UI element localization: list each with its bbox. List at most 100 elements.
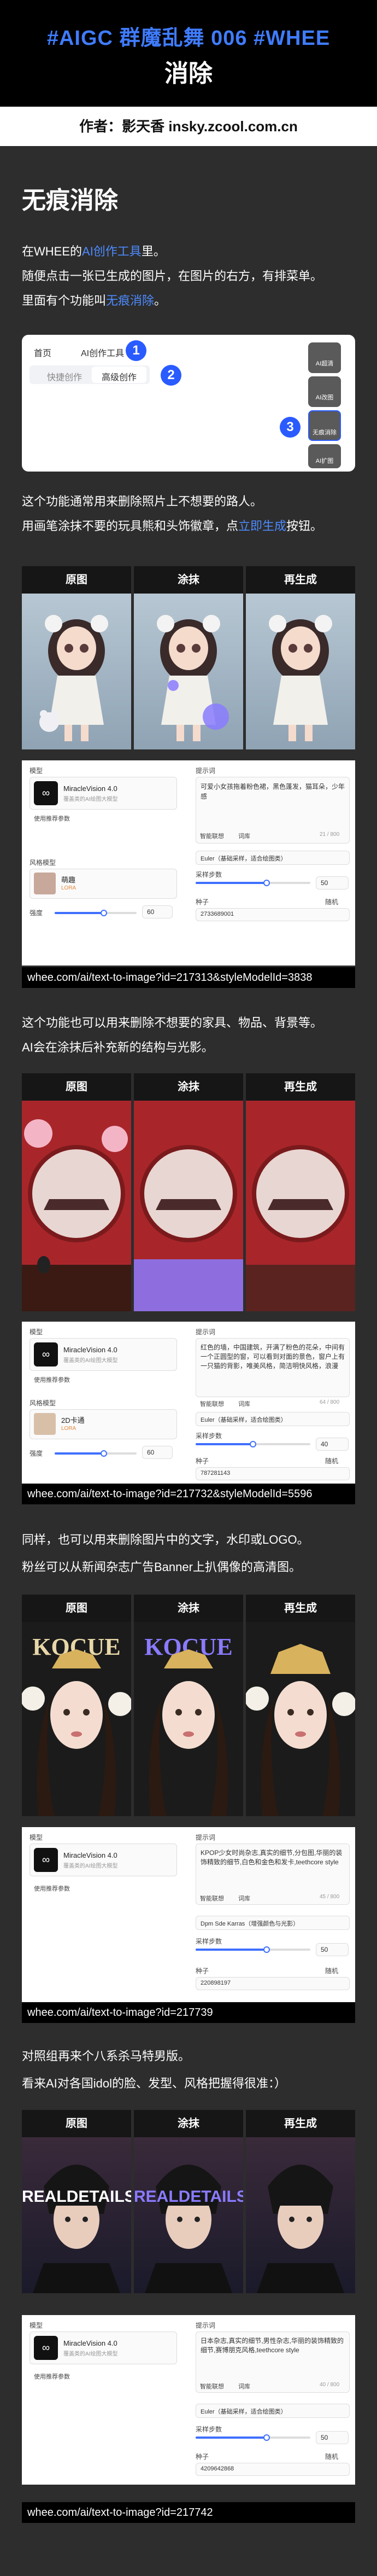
prompt-counter: 40 / 800 xyxy=(320,2382,340,2388)
model-label: 模型 xyxy=(30,2322,43,2329)
steps-label: 采样步数 xyxy=(196,871,222,879)
steps-value[interactable]: 50 xyxy=(316,876,349,889)
masked-title-text: REALDETAILS xyxy=(134,2188,243,2206)
ai-expand-button[interactable]: AI扩图 xyxy=(308,444,341,468)
dictionary-button[interactable]: 词库 xyxy=(238,2382,250,2391)
strength-value[interactable]: 60 xyxy=(142,905,173,918)
smart-suggest-button[interactable]: 智能联想 xyxy=(200,1894,224,1903)
source-url-4[interactable]: whee.com/ai/text-to-image?id=217742 xyxy=(22,2502,355,2523)
steps-slider-knob[interactable] xyxy=(263,1946,270,1953)
section-heading: 无痕消除 xyxy=(22,187,118,214)
idol-boy-portrait xyxy=(33,2165,120,2293)
sampler-select[interactable]: Euler（基础采样，适合绘图类） xyxy=(196,1412,350,1426)
sampler-select[interactable]: Euler（基础采样，适合绘图类） xyxy=(196,2404,350,2418)
use-recommended-link[interactable]: 使用推荐参数 xyxy=(34,1375,70,1384)
strength-value[interactable]: 60 xyxy=(142,1446,173,1459)
steps-slider-fill xyxy=(196,2437,267,2439)
s1-paragraph-2: 用画笔涂抹不要的玩具熊和头饰徽章，点立即生成按钮。 xyxy=(22,514,322,538)
model-logo-icon: ∞ xyxy=(34,2336,58,2360)
smart-suggest-button[interactable]: 智能联想 xyxy=(200,1399,224,1408)
steps-label: 采样步数 xyxy=(196,1432,222,1440)
strength-slider-knob[interactable] xyxy=(101,910,107,916)
erase-feature-link[interactable]: 无痕消除 xyxy=(106,294,154,307)
text: 里面有个功能叫 xyxy=(22,294,107,307)
s3-paragraph-1: 同样，也可以用来删除图片中的文字，水印或LOGO。 xyxy=(22,1533,309,1546)
chibi-girl-illustration xyxy=(39,615,108,741)
prompt-counter: 64 / 800 xyxy=(320,1399,340,1405)
model-label: 模型 xyxy=(30,767,43,775)
dictionary-button[interactable]: 词库 xyxy=(238,831,250,840)
source-url-3[interactable]: whee.com/ai/text-to-image?id=217739 xyxy=(22,2002,355,2023)
prompt-label: 提示词 xyxy=(196,1328,216,1336)
smart-suggest-button[interactable]: 智能联想 xyxy=(200,2382,224,2391)
chibi-girl-masked xyxy=(157,615,229,741)
col-masked: 涂抹 xyxy=(134,1595,243,1622)
seed-random-checkbox[interactable]: 随机 xyxy=(325,2452,338,2461)
s1-image-original xyxy=(22,594,131,749)
smart-suggest-button[interactable]: 智能联想 xyxy=(200,831,224,840)
seed-random-checkbox[interactable]: 随机 xyxy=(325,897,338,906)
dictionary-button[interactable]: 词库 xyxy=(238,1399,250,1408)
col-masked: 涂抹 xyxy=(134,1073,243,1101)
seed-label: 种子 xyxy=(196,1967,209,1975)
dictionary-button[interactable]: 词库 xyxy=(238,1894,250,1903)
chinese-window-result xyxy=(246,1145,355,1311)
kpop-girl-masked xyxy=(149,1649,228,1816)
steps-value[interactable]: 50 xyxy=(316,1943,349,1956)
seed-input[interactable]: 4209642868 xyxy=(196,2463,350,2476)
steps-slider-knob[interactable] xyxy=(250,1441,256,1447)
seed-input[interactable]: 2733689001 xyxy=(196,908,350,921)
model-label: 模型 xyxy=(30,1834,43,1841)
strength-slider-knob[interactable] xyxy=(101,1450,107,1457)
text: 。 xyxy=(154,294,167,307)
s1-image-regenerated xyxy=(246,594,355,749)
steps-value[interactable]: 50 xyxy=(316,2431,349,2444)
s4-paragraph-2: 看来AI对各国idol的脸、发型、风格把握得很准：） xyxy=(22,2077,287,2090)
tab-advanced-create[interactable]: 高级创作 xyxy=(102,370,137,383)
seed-label: 种子 xyxy=(196,2453,209,2461)
s2-image-masked xyxy=(134,1101,243,1311)
prompt-textarea[interactable]: 红色的墙，中国建筑，开满了粉色的花朵，中间有一个正圆型的窗，可以看到对面的景色，… xyxy=(196,1338,350,1397)
use-recommended-link[interactable]: 使用推荐参数 xyxy=(34,814,70,823)
seed-random-checkbox[interactable]: 随机 xyxy=(325,1966,338,1975)
source-url-2[interactable]: whee.com/ai/text-to-image?id=217732&styl… xyxy=(22,1484,355,1504)
generation-settings-panel: 模型 ∞ MiracleVision 4.0 覆盖类的AI绘图大模型 使用推荐参… xyxy=(22,1827,355,2008)
model-name: MiracleVision 4.0 xyxy=(63,784,117,793)
ai-tools-link[interactable]: AI创作工具 xyxy=(82,245,142,258)
model-logo-icon: ∞ xyxy=(34,1848,58,1872)
generate-now-link[interactable]: 立即生成 xyxy=(238,519,286,533)
use-recommended-link[interactable]: 使用推荐参数 xyxy=(34,1884,70,1893)
header-title-tags: #AIGC 群魔乱舞 006 #WHEE xyxy=(46,27,331,50)
model-logo-icon: ∞ xyxy=(34,781,58,805)
kpop-girl-result xyxy=(246,1644,355,1816)
use-recommended-link[interactable]: 使用推荐参数 xyxy=(34,2372,70,2381)
tab-quick-create[interactable]: 快捷创作 xyxy=(47,370,82,383)
sampler-select[interactable]: Dpm Sde Karras（增强颜色与光影） xyxy=(196,1916,350,1930)
step-badge-3: 3 xyxy=(280,417,301,438)
idol-boy-masked xyxy=(145,2165,232,2293)
s3-image-masked: KOCUE xyxy=(134,1622,243,1816)
model-name: MiracleVision 4.0 xyxy=(63,1346,117,1354)
tab-ai-tools[interactable]: AI创作工具 xyxy=(81,346,124,359)
ai-edit-button[interactable]: AI改图 xyxy=(308,376,341,407)
seed-random-checkbox[interactable]: 随机 xyxy=(325,1456,338,1466)
author-bar: 作者：影天香 insky.zcool.com.cn xyxy=(0,107,377,146)
steps-value[interactable]: 40 xyxy=(316,1438,349,1451)
steps-slider-knob[interactable] xyxy=(263,2434,270,2441)
text: 里。 xyxy=(141,245,166,258)
model-subtitle: 覆盖类的AI绘图大模型 xyxy=(63,1863,118,1869)
sampler-select[interactable]: Euler（基础采样，适合绘图类） xyxy=(196,851,350,865)
col-regenerated: 再生成 xyxy=(246,2110,355,2137)
steps-slider-knob[interactable] xyxy=(263,880,270,886)
ai-upscale-button[interactable]: AI超清 xyxy=(308,342,341,373)
erase-button[interactable]: 无痕消除 xyxy=(308,410,341,441)
seed-input[interactable]: 787281143 xyxy=(196,1467,350,1480)
source-url-1[interactable]: whee.com/ai/text-to-image?id=217313&styl… xyxy=(22,967,355,988)
style-thumbnail xyxy=(34,1413,56,1435)
step-badge-1: 1 xyxy=(126,340,146,361)
tab-home[interactable]: 首页 xyxy=(34,346,51,359)
style-name: 2D卡通 xyxy=(61,1416,85,1424)
seed-input[interactable]: 220898197 xyxy=(196,1977,350,1990)
col-original: 原图 xyxy=(22,1595,131,1622)
s3-image-regenerated xyxy=(246,1622,355,1816)
